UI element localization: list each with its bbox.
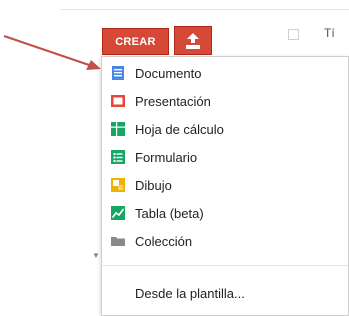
menu-item-label: Tabla (beta) (135, 206, 204, 221)
create-button[interactable]: CREAR (102, 28, 169, 55)
menu-item-label: Hoja de cálculo (135, 122, 224, 137)
document-icon (112, 66, 124, 80)
menu-item-label: Dibujo (135, 178, 172, 193)
column-title-fragment: Tí (324, 26, 335, 40)
spreadsheet-icon (111, 122, 125, 136)
menu-item-drawing[interactable]: Dibujo (102, 173, 348, 197)
menu-item-spreadsheet[interactable]: Hoja de cálculo (102, 117, 348, 141)
select-all-checkbox[interactable] (288, 29, 299, 40)
upload-icon (186, 32, 200, 49)
create-menu: Documento Presentación Hoja de cálculo F… (101, 56, 349, 316)
menu-item-label: Colección (135, 234, 193, 249)
menu-item-document[interactable]: Documento (102, 61, 348, 85)
menu-item-label: Formulario (135, 150, 198, 165)
menu-item-presentation[interactable]: Presentación (102, 89, 348, 113)
table-icon (111, 206, 125, 220)
upload-button[interactable] (174, 26, 212, 55)
menu-item-label: Documento (135, 66, 202, 81)
menu-item-table[interactable]: Tabla (beta) (102, 201, 348, 225)
menu-item-label: Desde la plantilla... (135, 286, 245, 301)
form-icon (111, 150, 125, 164)
drawing-icon (111, 178, 125, 192)
presentation-icon (111, 95, 125, 107)
menu-item-collection[interactable]: Colección (102, 229, 348, 253)
menu-item-label: Presentación (135, 94, 211, 109)
menu-divider (102, 265, 348, 266)
folder-icon (111, 237, 125, 246)
collapse-arrow-icon[interactable]: ▼ (92, 251, 100, 260)
menu-item-from-template[interactable]: Desde la plantilla... (102, 281, 348, 305)
menu-item-form[interactable]: Formulario (102, 145, 348, 169)
